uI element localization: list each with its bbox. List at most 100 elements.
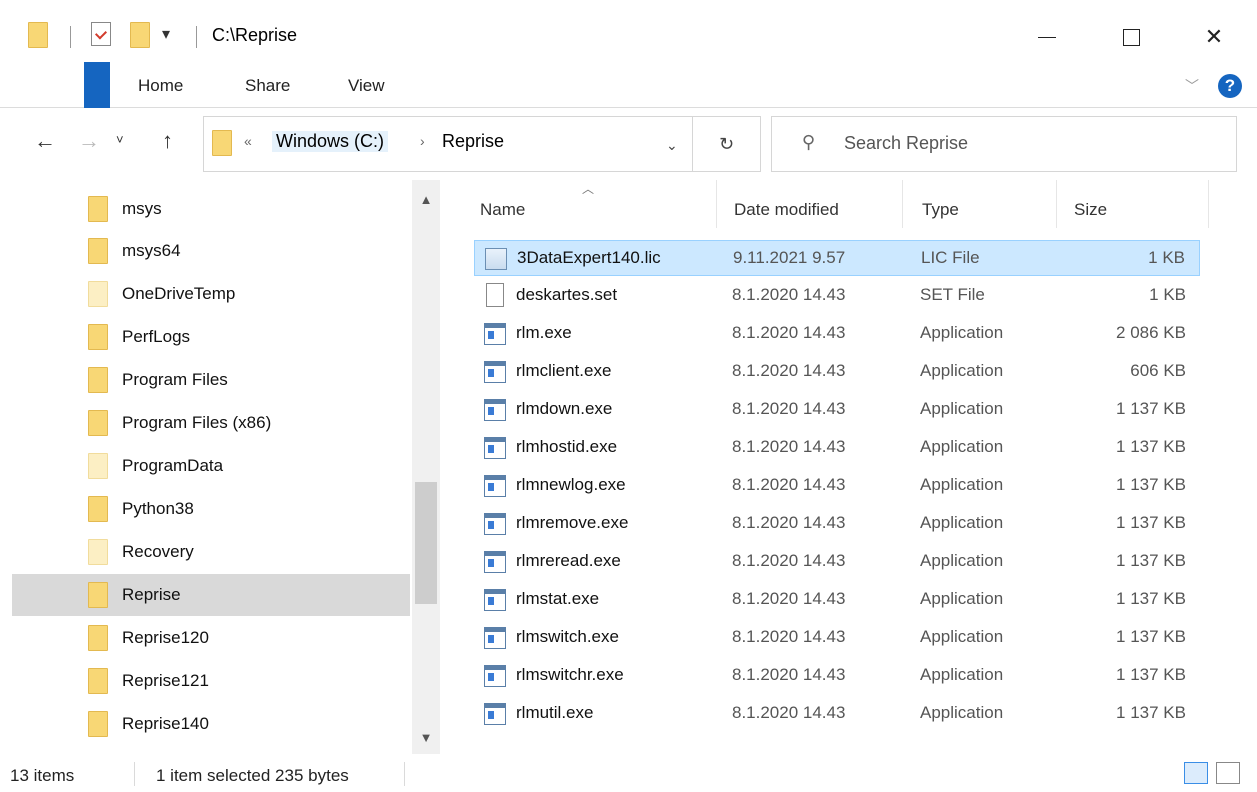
column-header-type[interactable]: Type: [922, 200, 959, 220]
divider: [134, 762, 135, 786]
tree-item-reprise120[interactable]: Reprise120: [12, 617, 410, 659]
tree-item-reprise121[interactable]: Reprise121: [12, 660, 410, 702]
file-row[interactable]: 3DataExpert140.lic 9.11.2021 9.57 LIC Fi…: [474, 240, 1200, 276]
chevron-down-icon[interactable]: ⌄: [666, 137, 678, 154]
folder-icon: [212, 130, 232, 156]
file-name: 3DataExpert140.lic: [517, 248, 661, 267]
file-type: Application: [920, 551, 1004, 570]
tree-item-reprise140[interactable]: Reprise140: [12, 703, 410, 745]
back-arrow-icon[interactable]: ←: [34, 128, 56, 154]
file-row[interactable]: rlm.exe 8.1.2020 14.43 Application 2 086…: [474, 316, 1200, 352]
tab-home[interactable]: Home: [138, 76, 183, 96]
address-overflow[interactable]: «: [244, 133, 252, 149]
tree-item-label: Reprise120: [122, 628, 209, 647]
breadcrumb-windows-c[interactable]: Windows (C:): [272, 131, 389, 152]
file-row[interactable]: rlmdown.exe 8.1.2020 14.43 Application 1…: [474, 392, 1200, 428]
file-row[interactable]: rlmnewlog.exe 8.1.2020 14.43 Application…: [474, 468, 1200, 504]
application-icon: [484, 665, 506, 687]
dropdown-arrow-icon[interactable]: ▾: [162, 24, 170, 44]
tree-item-python38[interactable]: Python38: [12, 488, 410, 530]
file-tab[interactable]: [84, 62, 110, 108]
column-divider[interactable]: [1056, 180, 1057, 228]
large-icons-view-icon[interactable]: [1216, 762, 1240, 784]
column-divider[interactable]: [902, 180, 903, 228]
document-icon: [486, 283, 504, 307]
search-input[interactable]: Search Reprise: [844, 133, 968, 154]
application-icon: [484, 437, 506, 459]
close-button[interactable]: ✕: [1194, 22, 1234, 52]
tab-view[interactable]: View: [348, 76, 385, 96]
tree-item-label: PerfLogs: [122, 327, 191, 346]
tree-item-program-files-x86[interactable]: Program Files (x86): [12, 402, 410, 444]
file-name: rlmreread.exe: [516, 551, 621, 570]
navigation-pane-scrollbar[interactable]: ▲ ▼: [412, 180, 440, 754]
column-header-name[interactable]: Name: [480, 200, 525, 220]
recent-locations-icon[interactable]: ˅: [116, 132, 124, 147]
file-row[interactable]: rlmclient.exe 8.1.2020 14.43 Application…: [474, 354, 1200, 390]
file-type: Application: [920, 323, 1004, 342]
file-type: Application: [920, 703, 1004, 722]
file-row[interactable]: rlmswitch.exe 8.1.2020 14.43 Application…: [474, 620, 1200, 656]
tree-item-program-files[interactable]: Program Files: [12, 359, 410, 401]
file-row[interactable]: rlmremove.exe 8.1.2020 14.43 Application…: [474, 506, 1200, 542]
maximize-button[interactable]: [1111, 22, 1151, 52]
application-icon: [484, 627, 506, 649]
tree-item-msys[interactable]: msys: [12, 188, 410, 230]
minimize-button[interactable]: [1027, 22, 1067, 52]
folder-icon: [88, 281, 108, 307]
search-box[interactable]: ⚲ Search Reprise: [771, 116, 1237, 172]
folder-icon: [88, 453, 108, 479]
file-size: 1 137 KB: [1116, 703, 1186, 722]
scroll-up-icon[interactable]: ▲: [412, 192, 440, 207]
folder-icon: [88, 582, 108, 608]
refresh-button[interactable]: ↻: [693, 116, 761, 172]
new-folder-icon[interactable]: [130, 22, 150, 48]
breadcrumb-separator[interactable]: ›: [420, 133, 425, 149]
file-row[interactable]: rlmutil.exe 8.1.2020 14.43 Application 1…: [474, 696, 1200, 732]
folder-icon: [28, 22, 48, 48]
tree-item-recovery[interactable]: Recovery: [12, 531, 410, 573]
file-date: 8.1.2020 14.43: [732, 399, 846, 418]
file-size: 1 137 KB: [1116, 665, 1186, 684]
tree-item-programdata[interactable]: ProgramData: [12, 445, 410, 487]
file-row[interactable]: rlmstat.exe 8.1.2020 14.43 Application 1…: [474, 582, 1200, 618]
help-icon[interactable]: ?: [1218, 74, 1242, 98]
column-divider[interactable]: [716, 180, 717, 228]
address-bar[interactable]: « Windows (C:) › Reprise ⌄: [203, 116, 693, 172]
details-view-icon[interactable]: [1184, 762, 1208, 784]
file-date: 8.1.2020 14.43: [732, 513, 846, 532]
scroll-down-icon[interactable]: ▼: [412, 730, 440, 745]
scrollbar-thumb[interactable]: [415, 482, 437, 604]
column-divider[interactable]: [1208, 180, 1209, 228]
folder-icon: [88, 668, 108, 694]
file-type: Application: [920, 399, 1004, 418]
tree-item-msys64[interactable]: msys64: [12, 230, 410, 272]
file-row[interactable]: rlmhostid.exe 8.1.2020 14.43 Application…: [474, 430, 1200, 466]
file-name: deskartes.set: [516, 285, 618, 304]
up-arrow-icon[interactable]: ↑: [162, 128, 173, 154]
file-date: 9.11.2021 9.57: [733, 248, 846, 267]
status-bar: 13 items 1 item selected 235 bytes: [0, 754, 1257, 792]
file-row[interactable]: rlmreread.exe 8.1.2020 14.43 Application…: [474, 544, 1200, 580]
tree-item-onedrivetemp[interactable]: OneDriveTemp: [12, 273, 410, 315]
application-icon: [484, 513, 506, 535]
breadcrumb-reprise[interactable]: Reprise: [442, 131, 504, 152]
properties-icon[interactable]: [91, 22, 111, 46]
tab-share[interactable]: Share: [245, 76, 290, 96]
folder-icon: [88, 496, 108, 522]
tree-item-perflogs[interactable]: PerfLogs: [12, 316, 410, 358]
file-date: 8.1.2020 14.43: [732, 627, 846, 646]
column-header-size[interactable]: Size: [1074, 200, 1107, 220]
file-row[interactable]: rlmswitchr.exe 8.1.2020 14.43 Applicatio…: [474, 658, 1200, 694]
file-date: 8.1.2020 14.43: [732, 589, 846, 608]
file-size: 1 137 KB: [1116, 437, 1186, 456]
column-header-date-modified[interactable]: Date modified: [734, 200, 839, 220]
file-size: 606 KB: [1130, 361, 1186, 380]
tree-item-label: Reprise121: [122, 671, 209, 690]
forward-arrow-icon[interactable]: →: [78, 128, 100, 154]
tree-item-reprise[interactable]: Reprise: [12, 574, 410, 616]
file-row[interactable]: deskartes.set 8.1.2020 14.43 SET File 1 …: [474, 278, 1200, 314]
search-icon: ⚲: [802, 132, 816, 152]
tree-item-label: OneDriveTemp: [122, 284, 236, 303]
expand-ribbon-icon[interactable]: ﹀: [1185, 76, 1199, 96]
